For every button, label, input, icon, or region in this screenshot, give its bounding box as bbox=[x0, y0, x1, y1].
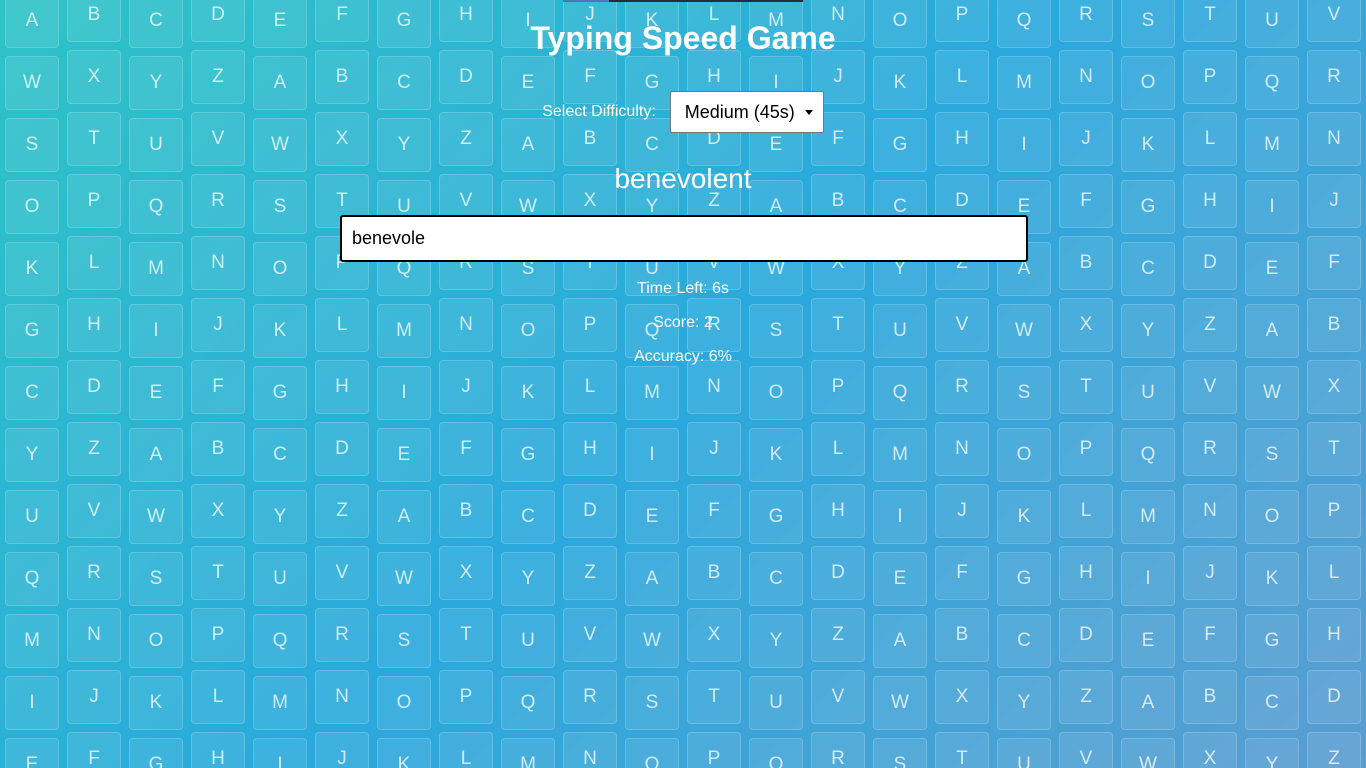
difficulty-row: Select Difficulty: Medium (45s) bbox=[0, 91, 1366, 133]
target-word: benevolent bbox=[614, 163, 752, 194]
game-title: Typing Speed Game bbox=[530, 20, 836, 56]
game-container: Typing Speed Game Select Difficulty: Med… bbox=[0, 0, 1366, 768]
difficulty-selected-value: Medium (45s) bbox=[684, 101, 795, 122]
word-input[interactable] bbox=[340, 215, 1028, 262]
time-left: Time Left: 6s bbox=[637, 280, 729, 297]
difficulty-select[interactable]: Medium (45s) bbox=[669, 91, 824, 133]
score: Score: 2 bbox=[653, 314, 713, 331]
chevron-down-icon bbox=[804, 109, 813, 115]
accuracy: Accuracy: 6% bbox=[634, 348, 732, 365]
difficulty-label: Select Difficulty: bbox=[542, 103, 656, 120]
